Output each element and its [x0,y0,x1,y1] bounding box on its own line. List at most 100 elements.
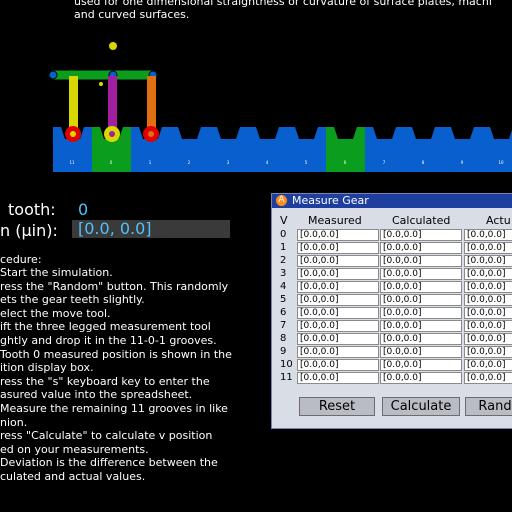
header-v: V [280,214,288,227]
procedure-step: Measure the remaining 11 grooves in like [0,401,228,415]
cell-measured[interactable]: [0.0,0.0] [297,281,379,293]
procedure-title: cedure: [0,253,42,266]
row-index: 10 [280,359,293,370]
row-index: 6 [280,307,287,318]
gear-tooth: 3 [209,127,248,172]
header-calculated: Calculated [392,214,451,227]
app-icon: A [276,195,287,206]
cell-actual[interactable]: [0.0,0.0] [464,333,512,345]
cell-actual[interactable]: [0.0,0.0] [464,255,512,267]
cell-calculated[interactable]: [0.0,0.0] [380,333,462,345]
tool-foot-left-center [70,131,76,137]
cell-actual[interactable]: [0.0,0.0] [464,229,512,241]
procedure-step: ghtly and drop it in the 11-0-1 grooves. [0,333,217,347]
cell-calculated[interactable]: [0.0,0.0] [380,242,462,254]
row-index: 8 [280,333,287,344]
cell-actual[interactable]: [0.0,0.0] [464,268,512,280]
cell-measured[interactable]: [0.0,0.0] [297,242,379,254]
tooth-label: tooth: [8,200,56,219]
gear-rack: 11 0 1 2 3 4 5 6 7 8 9 10 [53,127,512,172]
cell-measured[interactable]: [0.0,0.0] [297,346,379,358]
position-label: n (μin): [0,221,58,240]
cell-measured[interactable]: [0.0,0.0] [297,333,379,345]
cell-actual[interactable]: [0.0,0.0] [464,320,512,332]
cell-measured[interactable]: [0.0,0.0] [297,268,379,280]
tool-leg-right[interactable] [147,76,156,133]
procedure-step: Deviation is the difference between the [0,456,218,470]
gear-tooth-label: 0 [110,160,113,165]
gear-tooth-label: 3 [227,160,230,165]
cell-calculated[interactable]: [0.0,0.0] [380,281,462,293]
procedure-step: ress the "s" keyboard key to enter the [0,374,210,388]
row-index: 4 [280,281,287,292]
random-button[interactable]: Rand [465,397,512,416]
position-display-box: [0.0, 0.0] [72,220,230,238]
row-index: 0 [280,229,287,240]
gear-tooth-label: 4 [266,160,269,165]
tool-leg-center[interactable] [108,76,117,133]
dialog-title: Measure Gear [292,194,369,207]
gear-tooth: 2 [170,127,209,172]
gear-tooth-label: 1 [149,160,152,165]
cell-calculated[interactable]: [0.0,0.0] [380,268,462,280]
procedure-step: culated and actual values. [0,469,146,483]
cell-calculated[interactable]: [0.0,0.0] [380,372,462,384]
header-actual: Actu [486,214,511,227]
cell-actual[interactable]: [0.0,0.0] [464,242,512,254]
gear-tooth-body [248,127,287,172]
gear-tooth-body [482,127,512,172]
cell-calculated[interactable]: [0.0,0.0] [380,255,462,267]
procedure-step: ift the three legged measurement tool [0,320,211,334]
gear-tooth-body [209,127,248,172]
cell-measured[interactable]: [0.0,0.0] [297,307,379,319]
measurement-tool[interactable] [48,42,159,142]
gear-tooth-label: 11 [69,160,75,165]
procedure-step: ress the "Random" button. This randomly [0,279,229,293]
cell-measured[interactable]: [0.0,0.0] [297,255,379,267]
cell-actual[interactable]: [0.0,0.0] [464,281,512,293]
cell-measured[interactable]: [0.0,0.0] [297,372,379,384]
cell-measured[interactable]: [0.0,0.0] [297,294,379,306]
tool-foot-right-center [148,131,154,137]
row-index: 11 [280,372,293,383]
gear-tooth: 8 [404,127,443,172]
measure-gear-dialog: A Measure Gear V Measured Calculated Act… [271,193,512,429]
tool-leg-left[interactable] [69,76,78,133]
row-index: 5 [280,294,287,305]
procedure-step: asured value into the spreadsheet. [0,388,193,402]
cell-calculated[interactable]: [0.0,0.0] [380,346,462,358]
gear-tooth-label: 5 [305,160,308,165]
tooth-value: 0 [78,200,89,219]
cell-measured[interactable]: [0.0,0.0] [297,229,379,241]
cell-calculated[interactable]: [0.0,0.0] [380,359,462,371]
procedure-list: Start the simulation. ress the "Random" b… [0,266,232,484]
row-index: 2 [280,255,287,266]
gear-tooth: 5 [287,127,326,172]
cell-calculated[interactable]: [0.0,0.0] [380,307,462,319]
tool-foot-center-dot [109,131,115,137]
calculate-button[interactable]: Calculate [382,397,460,416]
cell-calculated[interactable]: [0.0,0.0] [380,294,462,306]
cell-actual[interactable]: [0.0,0.0] [464,294,512,306]
cell-actual[interactable]: [0.0,0.0] [464,372,512,384]
gear-tooth: 9 [443,127,482,172]
reset-button[interactable]: Reset [299,397,375,416]
gear-tooth-label: 8 [422,160,425,165]
cell-actual[interactable]: [0.0,0.0] [464,307,512,319]
cell-actual[interactable]: [0.0,0.0] [464,346,512,358]
header-measured: Measured [308,214,362,227]
gear-tooth-body [443,127,482,172]
dialog-titlebar[interactable]: A Measure Gear [272,194,512,208]
cell-calculated[interactable]: [0.0,0.0] [380,320,462,332]
cell-measured[interactable]: [0.0,0.0] [297,359,379,371]
procedure-step: ress "Calculate" to calculate v position [0,429,213,443]
cell-measured[interactable]: [0.0,0.0] [297,320,379,332]
cell-actual[interactable]: [0.0,0.0] [464,359,512,371]
gear-tooth-body [326,127,365,172]
tool-small-dot [99,82,103,86]
gear-tooth-label: 9 [461,160,464,165]
gear-tooth: 6 [326,127,365,172]
gear-tooth-body [365,127,404,172]
cell-calculated[interactable]: [0.0,0.0] [380,229,462,241]
procedure-step: ets the gear teeth slightly. [0,293,145,307]
